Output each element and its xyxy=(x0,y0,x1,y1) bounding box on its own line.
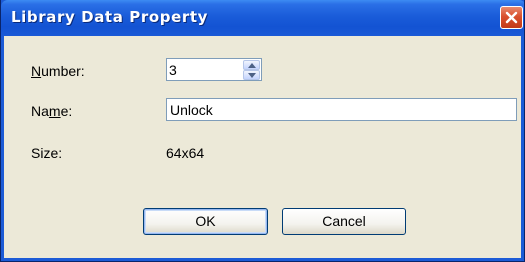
name-input[interactable] xyxy=(170,100,510,119)
title-bar[interactable]: Library Data Property xyxy=(1,0,524,36)
name-label: Name: xyxy=(31,103,73,119)
arrow-down-icon xyxy=(248,73,256,78)
number-input[interactable] xyxy=(169,60,237,79)
size-value: 64x64 xyxy=(166,145,205,161)
ok-button[interactable]: OK xyxy=(143,208,268,235)
size-label: Size: xyxy=(31,145,63,161)
spin-up-button[interactable] xyxy=(243,60,260,70)
arrow-up-icon xyxy=(248,63,256,68)
dialog-title: Library Data Property xyxy=(11,8,208,26)
close-icon xyxy=(505,11,518,24)
number-spinbox[interactable] xyxy=(166,58,262,81)
close-button[interactable] xyxy=(500,6,523,29)
dialog-body: Number: Name: Size: 64x64 OK Cancel xyxy=(4,36,521,258)
number-label: Number: xyxy=(31,63,85,79)
spin-down-button[interactable] xyxy=(243,70,260,80)
cancel-button[interactable]: Cancel xyxy=(282,208,406,235)
dialog-window: Library Data Property Number: Name: Size… xyxy=(0,0,525,262)
name-field[interactable] xyxy=(166,98,517,121)
